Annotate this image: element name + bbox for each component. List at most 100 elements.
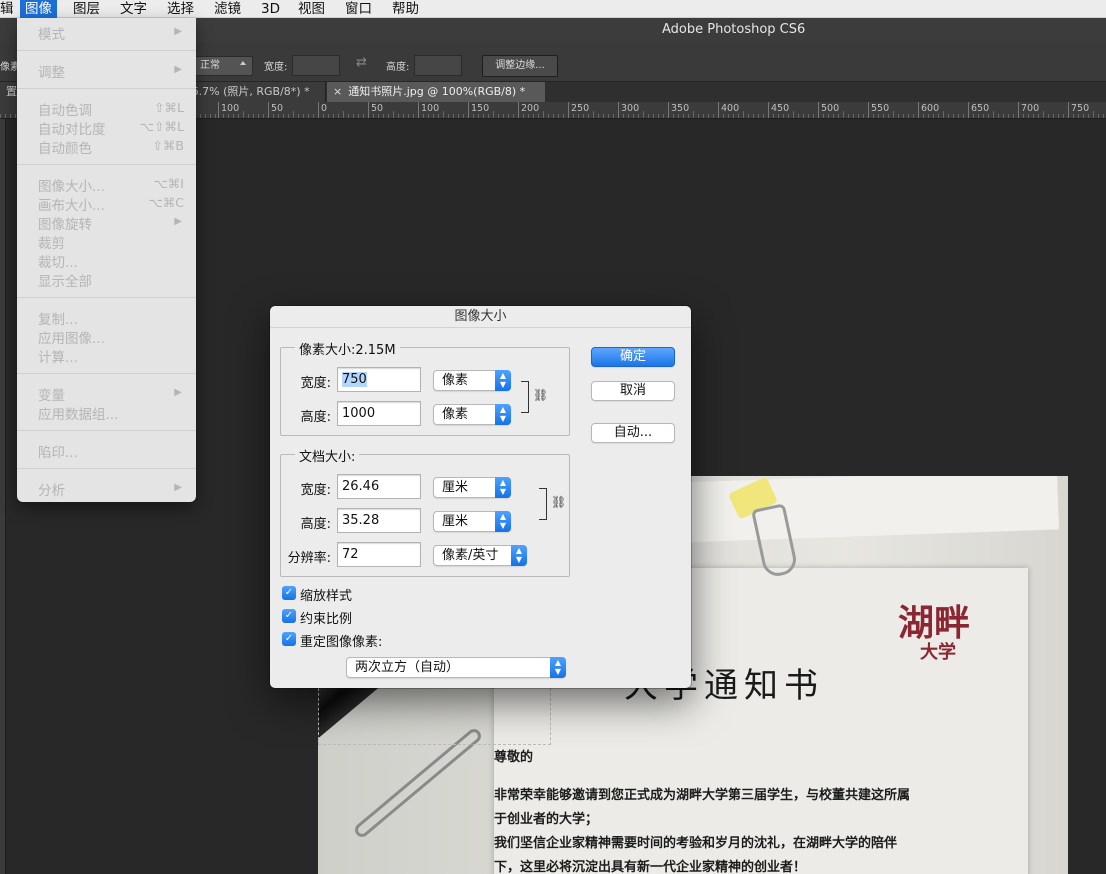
pixel-width-unit-select[interactable]: 像素 ▲ ▼	[433, 370, 511, 391]
doc-width-input[interactable]: 26.46	[337, 474, 421, 499]
ruler-minor-tick	[210, 114, 211, 118]
pixel-height-unit-select[interactable]: 像素 ▲ ▼	[433, 404, 511, 425]
doc-height-unit-select[interactable]: 厘米 ▲ ▼	[433, 511, 511, 532]
cancel-button[interactable]: 取消	[591, 381, 675, 401]
ruler-minor-tick	[683, 114, 684, 118]
doc-width-unit-select[interactable]: 厘米 ▲ ▼	[433, 477, 511, 498]
resolution-input[interactable]: 72	[337, 542, 421, 567]
menu-item-mode[interactable]: 模式	[38, 23, 65, 43]
menu-type[interactable]: 文字	[120, 0, 147, 18]
height-input[interactable]	[414, 55, 462, 76]
menu-item-trim[interactable]: 裁切...	[38, 251, 78, 271]
menu-item-adjust[interactable]: 调整	[38, 61, 65, 81]
submenu-arrow-icon: ▶	[174, 482, 182, 493]
tab-notice-photo[interactable]: × 通知书照片.jpg @ 100%(RGB/8) *	[327, 82, 545, 102]
ruler-minor-tick	[1103, 114, 1104, 118]
menu-separator	[17, 297, 196, 298]
menu-separator	[17, 430, 196, 431]
checkbox-constrain-proportions[interactable]: ✓	[282, 609, 296, 623]
ruler-minor-tick	[228, 114, 229, 118]
pixel-size-group: 像素大小:2.15M 宽度: 750 像素 ▲ ▼ 高度: 1000 像素 ▲ ▼ ⛓	[280, 339, 570, 436]
auto-button[interactable]: 自动...	[591, 423, 675, 443]
close-icon[interactable]: ×	[333, 85, 342, 98]
ruler-minor-tick	[928, 114, 929, 118]
ruler-minor-tick	[863, 114, 864, 118]
ruler-minor-tick	[838, 114, 839, 118]
menu-item-reveal-all[interactable]: 显示全部	[38, 270, 92, 290]
ruler-minor-tick	[888, 114, 889, 118]
menu-item-auto-tone[interactable]: 自动色调	[38, 99, 92, 119]
ruler-minor-tick	[763, 114, 764, 118]
ruler-minor-tick	[383, 114, 384, 118]
ruler-minor-tick	[973, 114, 974, 118]
pixel-width-input[interactable]: 750	[337, 367, 421, 392]
doc-height-input[interactable]: 35.28	[337, 508, 421, 533]
menu-image[interactable]: 图像	[20, 0, 57, 18]
pixel-height-input[interactable]: 1000	[337, 401, 421, 426]
menu-3d[interactable]: 3D	[261, 0, 280, 18]
ruler-minor-tick	[593, 111, 594, 118]
constraint-bracket	[521, 381, 529, 413]
menu-item-calculations[interactable]: 计算...	[38, 346, 78, 366]
menu-item-image-size[interactable]: 图像大小...	[38, 175, 105, 195]
menu-item-trap[interactable]: 陷印...	[38, 441, 78, 461]
chain-link-icon: ⛓	[551, 495, 567, 509]
ruler-minor-tick	[853, 114, 854, 118]
menu-item-duplicate[interactable]: 复制...	[38, 308, 78, 328]
shortcut: ⌥⇧⌘L	[139, 119, 184, 134]
ruler-minor-tick	[308, 114, 309, 118]
menu-view[interactable]: 视图	[298, 0, 325, 18]
style-select[interactable]: 正常	[193, 56, 253, 76]
checkbox-scale-styles[interactable]: ✓	[282, 586, 296, 600]
menu-edit[interactable]: 辑	[0, 0, 14, 18]
menu-item-image-rotation[interactable]: 图像旋转	[38, 213, 92, 233]
menu-filter[interactable]: 滤镜	[214, 0, 241, 18]
ruler-minor-tick	[513, 114, 514, 118]
menu-layer[interactable]: 图层	[73, 0, 100, 18]
menu-item-auto-color[interactable]: 自动颜色	[38, 137, 92, 157]
ruler-minor-tick	[215, 114, 216, 118]
swap-icon[interactable]: ⇄	[356, 55, 367, 70]
menu-item-analysis[interactable]: 分析	[38, 479, 65, 499]
resample-method-select[interactable]: 两次立方（自动） ▲ ▼	[346, 657, 566, 678]
menu-item-auto-contrast[interactable]: 自动对比度	[38, 118, 106, 138]
ruler-minor-tick	[538, 114, 539, 118]
ruler-minor-tick	[898, 114, 899, 118]
shortcut: ⇧⌘B	[152, 138, 184, 153]
refine-edge-button[interactable]: 调整边缘...	[482, 55, 558, 77]
ruler-minor-tick	[248, 114, 249, 118]
ruler-minor-tick	[438, 114, 439, 118]
ruler-minor-tick	[723, 114, 724, 118]
constraint-bracket	[539, 488, 547, 520]
ruler-minor-tick	[703, 114, 704, 118]
ruler-minor-tick	[15, 114, 16, 118]
ruler-minor-tick	[943, 111, 944, 118]
width-input[interactable]	[292, 55, 340, 76]
ruler-minor-tick	[533, 114, 534, 118]
ruler-minor-tick	[205, 114, 206, 118]
shortcut: ⌥⌘I	[153, 176, 184, 191]
ruler-minor-tick	[673, 114, 674, 118]
menu-item-crop[interactable]: 裁剪	[38, 232, 65, 252]
ruler-tick: 50	[368, 102, 383, 118]
menu-window[interactable]: 窗口	[345, 0, 372, 18]
ruler-minor-tick	[1073, 114, 1074, 118]
width-label: 宽度:	[264, 62, 288, 73]
ruler-minor-tick	[428, 114, 429, 118]
menu-help[interactable]: 帮助	[392, 0, 419, 18]
ruler-minor-tick	[808, 114, 809, 118]
ruler-minor-tick	[408, 114, 409, 118]
menu-item-variables[interactable]: 变量	[38, 384, 65, 404]
menu-select[interactable]: 选择	[167, 0, 194, 18]
height-label: 高度:	[386, 62, 410, 73]
menu-item-apply-image[interactable]: 应用图像...	[38, 327, 105, 347]
ruler-minor-tick	[963, 114, 964, 118]
ruler-minor-tick	[523, 114, 524, 118]
menu-separator	[17, 164, 196, 165]
menu-item-canvas-size[interactable]: 画布大小...	[38, 194, 105, 214]
menu-item-apply-data-set[interactable]: 应用数据组...	[38, 403, 118, 423]
resolution-unit-select[interactable]: 像素/英寸 ▲ ▼	[433, 545, 527, 566]
checkbox-resample-image[interactable]: ✓	[282, 632, 296, 646]
ok-button[interactable]: 确定	[591, 347, 675, 367]
ruler-minor-tick	[1023, 114, 1024, 118]
